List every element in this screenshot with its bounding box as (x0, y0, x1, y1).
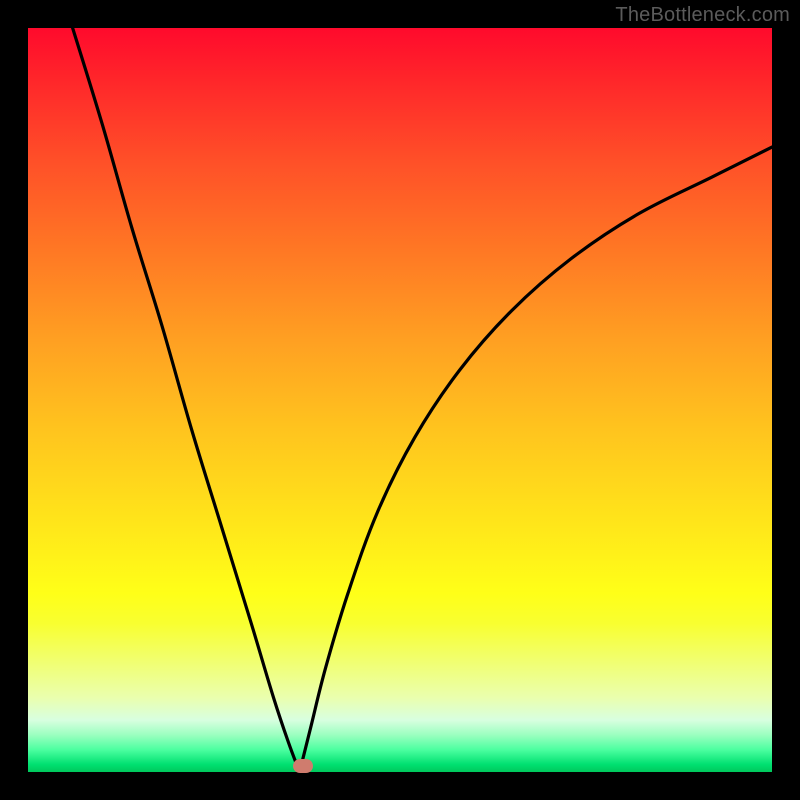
watermark-text: TheBottleneck.com (615, 4, 790, 27)
optimum-marker (293, 759, 313, 773)
chart-plot-area (28, 28, 772, 772)
